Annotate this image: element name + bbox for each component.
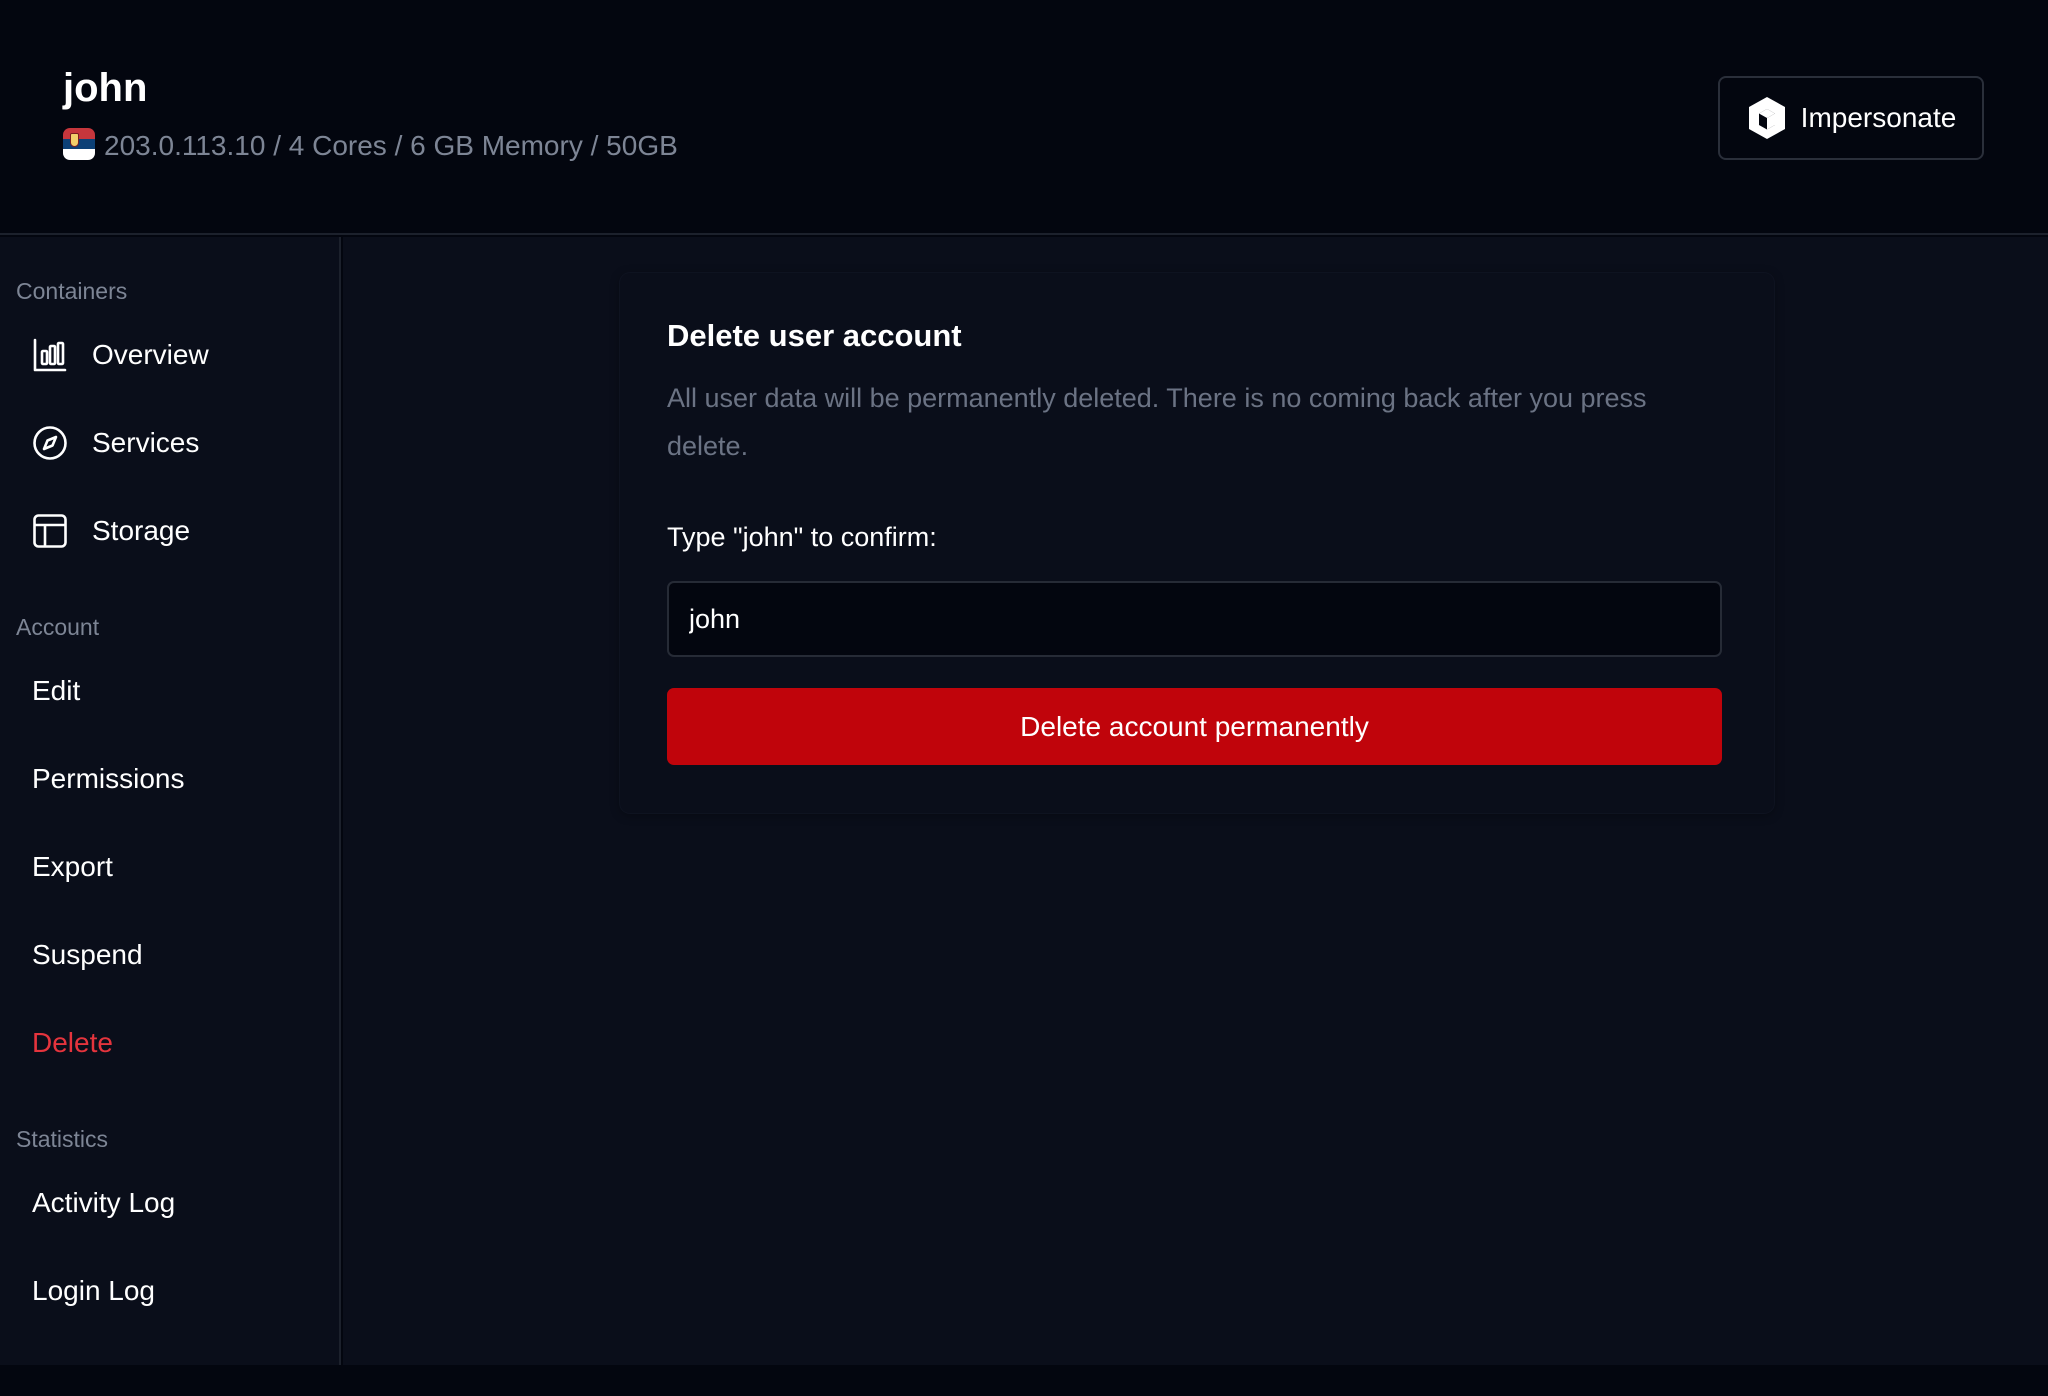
card-title: Delete user account [667,318,962,353]
sidebar-section-statistics: Statistics [16,1126,109,1152]
sidebar-item-activity-log[interactable]: Activity Log [16,1170,326,1236]
server-meta-text: 203.0.113.10 / 4 Cores / 6 GB Memory / 5… [104,130,678,161]
user-name-title: john [63,66,148,110]
sidebar-item-label: Services [92,427,200,458]
sidebar-item-overview[interactable]: Overview [16,322,326,388]
sidebar-item-edit[interactable]: Edit [16,658,326,724]
sidebar-item-services[interactable]: Services [16,410,326,476]
sidebar-item-storage[interactable]: Storage [16,498,326,564]
confirm-input[interactable] [667,581,1722,657]
serbia-flag-icon [63,128,95,160]
impersonate-label: Impersonate [1800,102,1957,133]
sidebar-item-delete[interactable]: Delete [16,1010,326,1076]
sidebar-item-label: Permissions [32,763,185,794]
impersonate-button[interactable]: Impersonate [1718,76,1984,160]
sidebar-item-label: Storage [92,515,191,546]
confirm-label: Type "john" to confirm: [667,522,937,552]
sidebar-item-label: Edit [32,675,81,706]
card-description: All user data will be permanently delete… [667,383,1647,461]
sidebar-section-account: Account [16,614,100,640]
table-icon [32,513,68,549]
cube-icon [1748,97,1785,139]
bar-chart-icon [32,337,68,373]
delete-account-button[interactable]: Delete account permanently [667,688,1722,765]
sidebar-item-label: Export [32,851,113,882]
sidebar-item-label: Activity Log [32,1187,176,1218]
sidebar-item-label: Overview [92,339,209,370]
compass-icon [32,425,68,461]
main-content: Delete user account All user data will b… [343,237,2048,1365]
sidebar-item-permissions[interactable]: Permissions [16,746,326,812]
sidebar-section-containers: Containers [16,278,128,304]
sidebar-item-label: Login Log [32,1275,156,1306]
sidebar-item-label: Suspend [32,939,143,970]
bottom-bar [0,1365,2048,1396]
sidebar-item-export[interactable]: Export [16,834,326,900]
sidebar-item-login-log[interactable]: Login Log [16,1258,326,1324]
sidebar: Containers Overview Services Storage Acc… [0,237,341,1365]
sidebar-item-label: Delete [32,1027,113,1058]
server-meta: 203.0.113.10 / 4 Cores / 6 GB Memory / 5… [63,128,678,162]
sidebar-item-suspend[interactable]: Suspend [16,922,326,988]
page-header: john 203.0.113.10 / 4 Cores / 6 GB Memor… [0,0,2048,235]
